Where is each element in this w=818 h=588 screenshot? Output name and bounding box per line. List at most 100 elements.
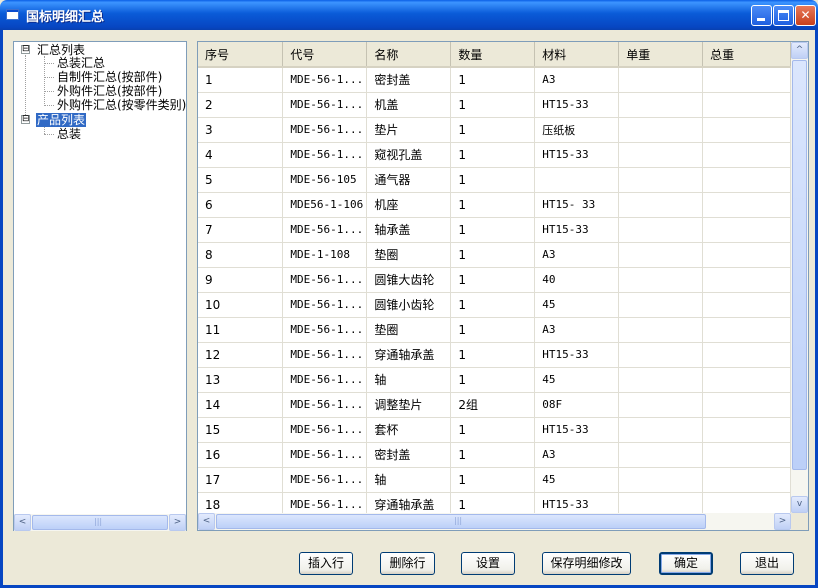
cell-total-weight[interactable]	[702, 67, 791, 93]
tree-node-summary-list[interactable]: 汇总列表	[36, 43, 86, 57]
cell-total-weight[interactable]	[702, 292, 791, 318]
cell-unit-weight[interactable]	[618, 242, 704, 268]
cell-material[interactable]: HT15-33	[534, 217, 620, 243]
cell-code[interactable]: MDE-56-1...	[282, 342, 368, 368]
cell-unit-weight[interactable]	[618, 167, 704, 193]
tree-node-self-made-summary[interactable]: 自制件汇总(按部件)	[56, 70, 163, 84]
tree-node-purchased-by-component[interactable]: 外购件汇总(按部件)	[56, 84, 163, 98]
cell-quantity[interactable]: 1	[450, 167, 536, 193]
cell-name[interactable]: 圆锥大齿轮	[366, 267, 452, 293]
table-row[interactable]: 1 MDE-56-1... 密封盖 1 A3	[198, 67, 791, 93]
cell-quantity[interactable]: 1	[450, 342, 536, 368]
cell-quantity[interactable]: 1	[450, 92, 536, 118]
cell-unit-weight[interactable]	[618, 117, 704, 143]
cell-index[interactable]: 5	[198, 167, 284, 193]
cell-total-weight[interactable]	[702, 392, 791, 418]
cell-unit-weight[interactable]	[618, 417, 704, 443]
cell-name[interactable]: 轴承盖	[366, 217, 452, 243]
cell-material[interactable]: HT15- 33	[534, 192, 620, 218]
cell-unit-weight[interactable]	[618, 392, 704, 418]
table-row[interactable]: 2 MDE-56-1... 机盖 1 HT15-33	[198, 92, 791, 118]
column-header-code[interactable]: 代号	[282, 42, 368, 68]
cell-name[interactable]: 调整垫片	[366, 392, 452, 418]
table-row[interactable]: 9 MDE-56-1... 圆锥大齿轮 1 40	[198, 267, 791, 293]
cell-name[interactable]: 圆锥小齿轮	[366, 292, 452, 318]
cell-name[interactable]: 套杯	[366, 417, 452, 443]
cell-index[interactable]: 6	[198, 192, 284, 218]
cell-material[interactable]: 45	[534, 292, 620, 318]
table-horizontal-scrollbar[interactable]: < ||| >	[198, 513, 791, 530]
cell-total-weight[interactable]	[702, 192, 791, 218]
cell-quantity[interactable]: 1	[450, 292, 536, 318]
table-row[interactable]: 3 MDE-56-1... 垫片 1 压纸板	[198, 117, 791, 143]
cell-code[interactable]: MDE-56-1...	[282, 92, 368, 118]
cell-unit-weight[interactable]	[618, 67, 704, 93]
cell-index[interactable]: 16	[198, 442, 284, 468]
cell-name[interactable]: 穿通轴承盖	[366, 492, 452, 513]
title-bar[interactable]: 国标明细汇总 ✕	[0, 0, 818, 30]
cell-index[interactable]: 7	[198, 217, 284, 243]
tree-node-assembly-summary[interactable]: 总装汇总	[56, 56, 106, 70]
collapse-icon[interactable]: ⊟	[21, 115, 30, 124]
delete-row-button[interactable]: 删除行	[380, 552, 435, 575]
cell-name[interactable]: 窥视孔盖	[366, 142, 452, 168]
cell-total-weight[interactable]	[702, 417, 791, 443]
cell-quantity[interactable]: 2组	[450, 392, 536, 418]
cell-total-weight[interactable]	[702, 142, 791, 168]
cell-unit-weight[interactable]	[618, 342, 704, 368]
cell-code[interactable]: MDE-1-108	[282, 242, 368, 268]
cell-index[interactable]: 17	[198, 467, 284, 493]
cell-material[interactable]: 45	[534, 367, 620, 393]
cell-material[interactable]: 08F	[534, 392, 620, 418]
column-header-total-weight[interactable]: 总重	[702, 42, 791, 68]
cell-index[interactable]: 14	[198, 392, 284, 418]
scroll-up-icon[interactable]: ^	[791, 42, 808, 59]
cell-name[interactable]: 机座	[366, 192, 452, 218]
cell-name[interactable]: 垫片	[366, 117, 452, 143]
scroll-left-icon[interactable]: <	[14, 514, 31, 531]
column-header-index[interactable]: 序号	[198, 42, 284, 68]
cell-code[interactable]: MDE-56-1...	[282, 67, 368, 93]
table-row[interactable]: 13 MDE-56-1... 轴 1 45	[198, 367, 791, 393]
cell-unit-weight[interactable]	[618, 192, 704, 218]
cell-total-weight[interactable]	[702, 442, 791, 468]
table-row[interactable]: 6 MDE56-1-106 机座 1 HT15- 33	[198, 192, 791, 218]
cell-material[interactable]: A3	[534, 242, 620, 268]
column-header-name[interactable]: 名称	[366, 42, 452, 68]
cell-quantity[interactable]: 1	[450, 117, 536, 143]
cell-quantity[interactable]: 1	[450, 192, 536, 218]
cell-quantity[interactable]: 1	[450, 367, 536, 393]
table-row[interactable]: 12 MDE-56-1... 穿通轴承盖 1 HT15-33	[198, 342, 791, 368]
exit-button[interactable]: 退出	[740, 552, 794, 575]
cell-index[interactable]: 2	[198, 92, 284, 118]
ok-button[interactable]: 确定	[659, 552, 713, 575]
cell-material[interactable]: 45	[534, 467, 620, 493]
scroll-right-icon[interactable]: >	[169, 514, 186, 531]
cell-unit-weight[interactable]	[618, 442, 704, 468]
maximize-button[interactable]	[773, 5, 794, 26]
cell-total-weight[interactable]	[702, 242, 791, 268]
cell-material[interactable]: A3	[534, 67, 620, 93]
cell-name[interactable]: 密封盖	[366, 442, 452, 468]
table-row[interactable]: 10 MDE-56-1... 圆锥小齿轮 1 45	[198, 292, 791, 318]
cell-total-weight[interactable]	[702, 267, 791, 293]
cell-material[interactable]: HT15-33	[534, 342, 620, 368]
scroll-down-icon[interactable]: v	[791, 496, 808, 513]
cell-unit-weight[interactable]	[618, 492, 704, 513]
cell-total-weight[interactable]	[702, 92, 791, 118]
cell-quantity[interactable]: 1	[450, 267, 536, 293]
table-row[interactable]: 4 MDE-56-1... 窥视孔盖 1 HT15-33	[198, 142, 791, 168]
cell-code[interactable]: MDE-56-1...	[282, 442, 368, 468]
cell-quantity[interactable]: 1	[450, 492, 536, 513]
column-header-quantity[interactable]: 数量	[450, 42, 536, 68]
cell-total-weight[interactable]	[702, 367, 791, 393]
cell-name[interactable]: 机盖	[366, 92, 452, 118]
cell-material[interactable]: HT15-33	[534, 142, 620, 168]
table-row[interactable]: 8 MDE-1-108 垫圈 1 A3	[198, 242, 791, 268]
cell-index[interactable]: 3	[198, 117, 284, 143]
cell-index[interactable]: 11	[198, 317, 284, 343]
column-header-unit-weight[interactable]: 单重	[618, 42, 704, 68]
table-row[interactable]: 15 MDE-56-1... 套杯 1 HT15-33	[198, 417, 791, 443]
cell-index[interactable]: 18	[198, 492, 284, 513]
cell-index[interactable]: 15	[198, 417, 284, 443]
